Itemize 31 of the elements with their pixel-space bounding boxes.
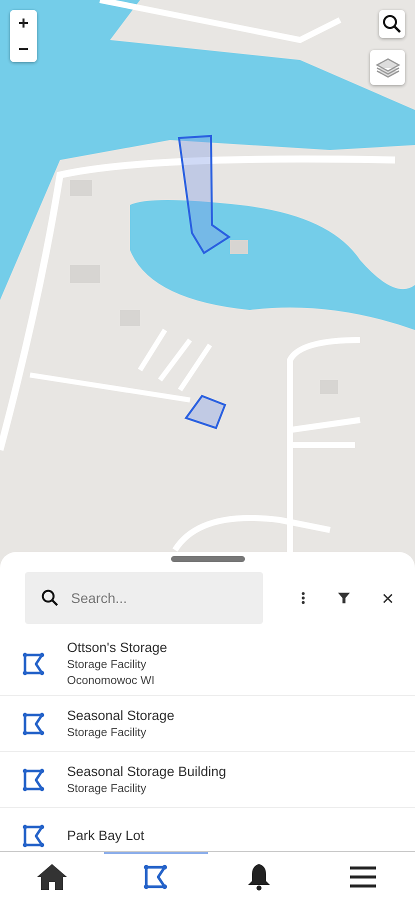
result-title: Seasonal Storage <box>67 708 174 723</box>
zoom-in-button[interactable]: + <box>10 10 37 36</box>
polygon-icon <box>22 652 46 676</box>
result-item[interactable]: Ottson's Storage Storage Facility Oconomowoc WI <box>0 632 415 696</box>
result-detail: Storage Facility <box>67 783 148 795</box>
more-icon[interactable] <box>301 589 306 607</box>
layers-icon <box>374 56 400 80</box>
map-search-button[interactable] <box>379 10 405 38</box>
zoom-out-button[interactable]: − <box>10 36 37 62</box>
drag-handle[interactable] <box>170 556 244 562</box>
result-title: Park Bay Lot <box>67 828 144 843</box>
filter-icon[interactable] <box>338 591 350 605</box>
polygon-icon <box>22 712 46 736</box>
bell-icon <box>247 863 272 891</box>
result-title: Ottson's Storage <box>67 640 168 655</box>
polygon-icon <box>22 824 46 848</box>
home-icon <box>36 863 68 891</box>
close-icon[interactable] <box>383 592 393 604</box>
menu-icon <box>350 866 376 888</box>
search-icon <box>41 589 59 607</box>
result-detail: Oconomowoc WI <box>67 675 156 687</box>
layers-button[interactable] <box>370 50 405 85</box>
polygon-icon <box>142 864 169 890</box>
polygon-icon <box>22 768 46 792</box>
result-detail: Storage Facility <box>67 727 148 739</box>
result-detail: Storage Facility <box>67 659 148 671</box>
result-title: Seasonal Storage Building <box>67 764 226 779</box>
search-icon <box>382 14 402 34</box>
search-field[interactable]: Search... <box>25 572 263 624</box>
result-item[interactable]: Seasonal Storage Storage Facility <box>0 696 415 752</box>
result-item[interactable]: Seasonal Storage Building Storage Facility <box>0 752 415 808</box>
